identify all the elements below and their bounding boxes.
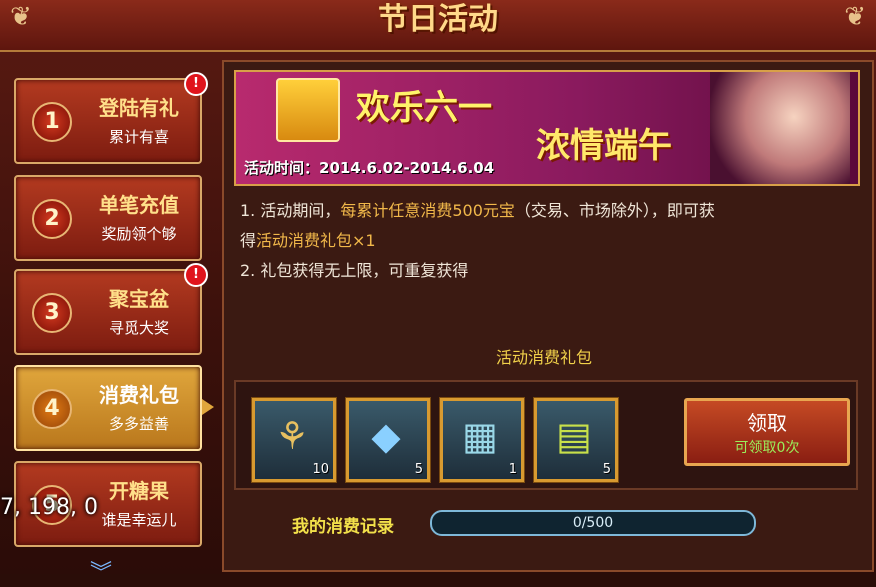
pack-title: 活动消费礼包: [495, 348, 592, 367]
sidebar-item-title: 聚宝盆: [109, 287, 169, 311]
desc-highlight: 活动消费礼包×1: [256, 231, 376, 250]
dragonfly-icon: ⚘: [274, 414, 310, 458]
reward-quantity: 1: [508, 462, 517, 477]
reward-slot[interactable]: ▤ 5: [534, 398, 618, 482]
sidebar-item-subtitle: 寻觅大奖: [108, 319, 169, 337]
sidebar-item-title: 登陆有礼: [99, 96, 179, 120]
page-title: 节日活动: [378, 2, 498, 37]
sidebar-item-spend-gift[interactable]: 4 消费礼包 多多益善: [14, 365, 214, 451]
desc-line-3: 2. 礼包获得无上限，可重复获得: [240, 261, 469, 280]
game-window: ❦ 节日活动 ❦ 1 登陆有礼 累计有喜 ! 2 单笔充值 奖励领个够 3 聚宝…: [0, 0, 876, 586]
sidebar-item-title: 消费礼包: [99, 383, 179, 407]
sidebar-item-single-recharge[interactable]: 2 单笔充值 奖励领个够: [14, 175, 202, 261]
number-icon: 2: [32, 199, 72, 239]
number-icon: 4: [32, 389, 72, 429]
spend-progress-bar: 0/500: [430, 510, 756, 536]
event-date: 活动时间：2014.6.02-2014.6.04: [244, 159, 495, 177]
ornament-right-icon: ❦: [844, 2, 866, 32]
sidebar-item-title: 单笔充值: [99, 193, 179, 217]
gift-box-icon: [276, 78, 340, 142]
active-pointer-icon: [202, 399, 214, 415]
reward-slot[interactable]: ◆ 5: [346, 398, 430, 482]
reward-slot[interactable]: ▦ 1: [440, 398, 524, 482]
claim-remaining: 可领取0次: [734, 440, 800, 456]
character-portrait: [710, 72, 850, 184]
number-icon: 1: [32, 102, 72, 142]
sidebar-item-treasure-bowl[interactable]: 3 聚宝盆 寻觅大奖 !: [14, 263, 208, 355]
activity-description: 1. 活动期间，每累计任意消费500元宝（交易、市场除外），即可获 得活动消费礼…: [240, 196, 840, 286]
reward-slot[interactable]: ⚘ 10: [252, 398, 336, 482]
desc-line-1: 1. 活动期间，每累计任意消费500元宝（交易、市场除外），即可获: [240, 196, 840, 226]
sidebar-item-login-gift[interactable]: 1 登陆有礼 累计有喜 !: [14, 72, 208, 164]
coordinate-overlay: 7, 198, 0: [0, 495, 98, 520]
desc-text: （交易、市场除外），即可获: [514, 201, 715, 220]
desc-text: 1. 活动期间，: [240, 201, 341, 220]
event-banner: 欢乐六一 浓情端午 活动时间：2014.6.02-2014.6.04: [234, 70, 860, 186]
banner-subheadline: 浓情端午: [536, 126, 672, 166]
sidebar: 1 登陆有礼 累计有喜 ! 2 单笔充值 奖励领个够 3 聚宝盆 寻觅大奖 ! …: [0, 55, 218, 586]
desc-text: 得: [240, 231, 257, 250]
reward-quantity: 5: [414, 462, 423, 477]
activity-panel: 欢乐六一 浓情端午 活动时间：2014.6.02-2014.6.04 1. 活动…: [222, 60, 874, 572]
blue-gem-icon: ◆: [371, 414, 401, 458]
reward-quantity: 10: [312, 462, 329, 477]
claim-button-label: 领取: [747, 411, 787, 435]
banner-headline: 欢乐六一: [356, 88, 492, 128]
progress-text: 0/500: [572, 515, 614, 531]
sidebar-item-subtitle: 奖励领个够: [101, 225, 177, 243]
record-label: 我的消费记录: [292, 517, 394, 537]
top-banner: ❦ 节日活动 ❦: [0, 0, 876, 52]
desc-line-2: 得活动消费礼包×1: [240, 226, 840, 256]
reward-row: ⚘ 10 ◆ 5 ▦ 1 ▤ 5 领取 可领取0次: [234, 380, 858, 490]
claim-button[interactable]: 领取 可领取0次: [684, 398, 850, 466]
reward-quantity: 5: [602, 462, 611, 477]
ornament-left-icon: ❦: [10, 2, 32, 32]
voucher-icon: ▤: [556, 414, 592, 458]
alert-badge-icon: !: [184, 72, 208, 96]
desc-highlight: 每累计任意消费500元宝: [340, 201, 515, 220]
sidebar-item-subtitle: 多多益善: [108, 415, 169, 433]
sidebar-item-subtitle: 累计有喜: [108, 128, 169, 146]
alert-badge-icon: !: [184, 263, 208, 287]
number-icon: 3: [32, 293, 72, 333]
scroll-icon: ▦: [462, 414, 498, 458]
scroll-down-icon[interactable]: ︾: [90, 555, 112, 587]
